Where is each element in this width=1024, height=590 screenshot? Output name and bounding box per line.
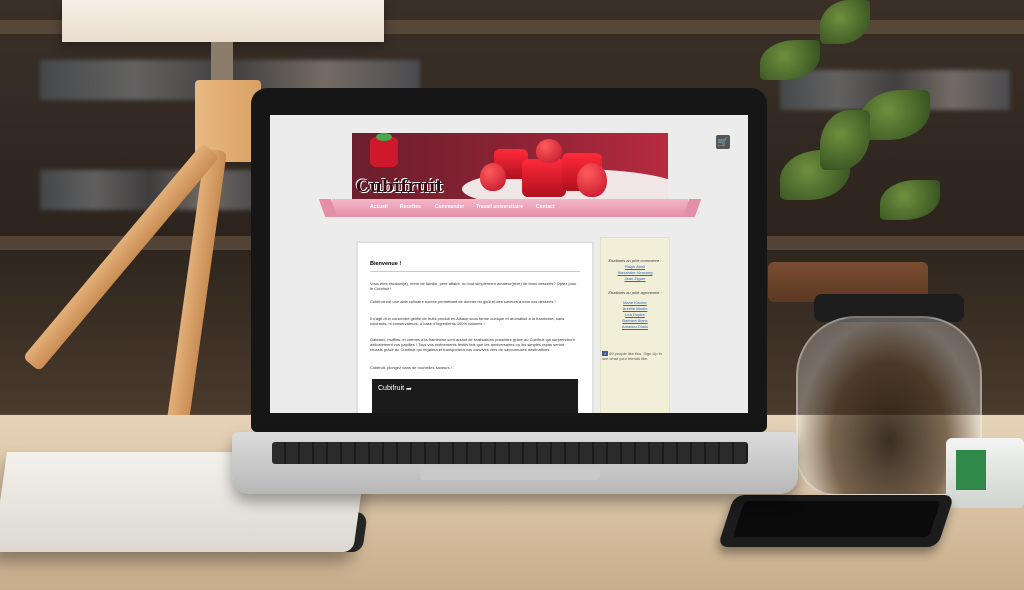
mascot-icon [370,137,398,167]
nav-commander[interactable]: Commander [435,204,464,210]
uses-paragraph: Gâteaux, muffins, et crèmes à la framboi… [370,337,575,352]
sidebar-heading-agronomie: Etudiants au pôle agronomie : [608,290,662,295]
plant-leaf [820,0,870,44]
laptop-trackpad [420,466,600,480]
nav-travail-universitaire[interactable]: Travail universitaire [476,204,523,210]
jelly-cube [522,159,566,197]
student-link[interactable]: Ralph Abell [601,264,669,269]
main-content: Bienvenue ! Vous êtes étudiant(e), mère … [356,241,594,413]
sidebar-heading-commerce: Etudiants au pôle commerce : [608,258,662,263]
box [946,438,1024,508]
lamp-shade [62,0,384,42]
site-logo[interactable]: Cubifruit [356,177,443,197]
facebook-like-box[interactable]: f 69 people like this. Sign Up to see wh… [602,351,666,361]
video-title: Cubifruit [378,385,405,392]
welcome-heading: Bienvenue ! [370,261,402,267]
site-nav: Accueil Recettes Commander Travail unive… [332,199,688,217]
smartphone-screen [732,501,941,537]
nav-recettes[interactable]: Recettes [400,204,421,210]
cart-icon[interactable]: 🛒 [716,135,730,149]
plant-leaf [880,180,940,220]
video-player[interactable]: Cubifruit ➦ [372,379,578,413]
facebook-like-text: 69 people like this. Sign Up to see what… [602,351,663,361]
share-icon[interactable]: ➦ [406,385,412,393]
raspberry [480,163,506,191]
plant-leaf [820,110,870,170]
student-link[interactable]: Léa Dupire [601,312,669,317]
smartphone [717,495,955,547]
nav-contact[interactable]: Contact [536,204,555,210]
site-banner: Cubifruit [352,133,668,201]
nav-accueil[interactable]: Accueil [370,204,388,210]
intro-paragraph: Vous êtes étudiant(e), mère de famille, … [370,281,577,291]
composition-paragraph: Il s'agit d'un concentré gélifié de frui… [370,316,565,326]
slogan-paragraph: Cubifruit, plongez dans de nouvelles sav… [370,365,452,370]
laptop-screen: Cubifruit 🛒 Accueil Recettes Commander T… [270,115,748,413]
lamp-neck [211,42,233,82]
heading-rule [370,271,580,272]
raspberry [577,163,607,197]
student-link[interactable]: Barbara Bianc [601,318,669,323]
box-stripe [956,450,986,490]
raspberry [536,139,562,163]
mascot-leaf-icon [376,133,392,141]
laptop-keyboard [272,442,748,464]
student-link[interactable]: Aurélie Martin [601,306,669,311]
student-link[interactable]: Marie Kircher [601,300,669,305]
student-link[interactable]: Amadou Diallo [601,324,669,329]
student-link[interactable]: Alexandre Viravong [601,270,669,275]
sidebar: Etudiants au pôle commerce : Ralph Abell… [600,237,670,413]
description-paragraph: Cubifruit est une aide culinaire sucrée … [370,299,556,304]
student-link[interactable]: Jean Ziguer [601,276,669,281]
